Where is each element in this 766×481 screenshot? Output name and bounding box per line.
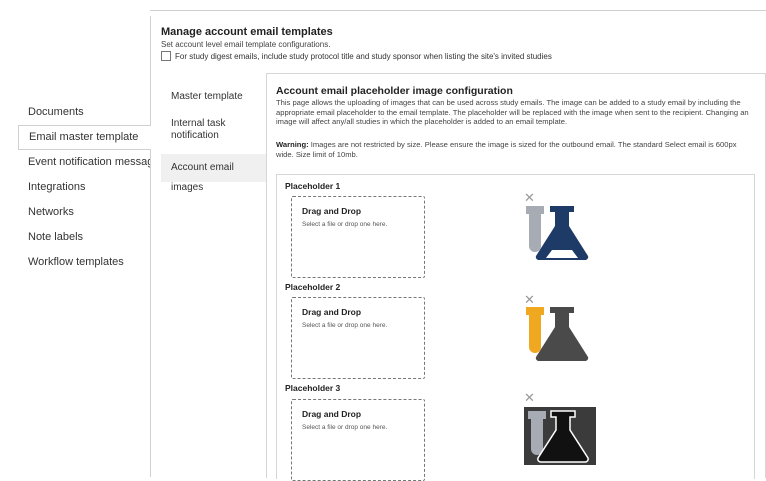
placeholder-label: Placeholder 3	[285, 383, 341, 393]
placeholder-image	[524, 407, 596, 465]
sidebar-item-integrations[interactable]: Integrations	[18, 175, 150, 200]
lab-flask-tube-image	[528, 410, 589, 463]
drop-zone[interactable]: Drag and Drop Select a file or drop one …	[291, 297, 425, 379]
placeholder-label: Placeholder 2	[285, 282, 341, 292]
sidebar-item-documents[interactable]: Documents	[18, 100, 150, 125]
subnav-item-internal-task-notification[interactable]: Internal task notification	[161, 114, 266, 150]
warning-label: Warning:	[276, 140, 309, 149]
placeholder-label: Placeholder 1	[285, 181, 341, 191]
page-header: Manage account email templates Set accou…	[161, 26, 552, 61]
config-title: Account email placeholder image configur…	[276, 85, 513, 97]
main-panel: Manage account email templates Set accou…	[150, 16, 766, 481]
placeholder-image	[524, 204, 596, 262]
close-icon[interactable]: ✕	[524, 191, 535, 204]
sidebar-item-note-labels[interactable]: Note labels	[18, 225, 150, 250]
subnav-item-account-email-images[interactable]: Account email images	[161, 154, 266, 193]
warning-text: Images are not restricted by size. Pleas…	[276, 140, 737, 159]
drop-zone-title: Drag and Drop	[302, 307, 362, 317]
digest-option-label: For study digest emails, include study p…	[175, 51, 552, 61]
lab-flask-tube-image	[526, 307, 589, 362]
sidebar-item-email-master-template[interactable]: Email master template	[18, 125, 151, 150]
drop-zone[interactable]: Drag and Drop Select a file or drop one …	[291, 399, 425, 481]
drop-zone-title: Drag and Drop	[302, 409, 362, 419]
placeholder-image	[524, 305, 596, 363]
settings-sidebar: Documents Email master template Event no…	[18, 100, 165, 275]
config-description: This page allows the uploading of images…	[276, 98, 749, 126]
page-subtitle: Set account level email template configu…	[161, 40, 331, 49]
drop-zone-hint: Select a file or drop one here.	[302, 322, 388, 329]
close-icon[interactable]: ✕	[524, 293, 535, 306]
subnav-item-master-template[interactable]: Master template	[161, 86, 266, 110]
drop-zone[interactable]: Drag and Drop Select a file or drop one …	[291, 196, 425, 278]
top-divider	[150, 10, 766, 11]
close-icon[interactable]: ✕	[524, 391, 535, 404]
lab-flask-tube-image	[526, 206, 589, 261]
page-title: Manage account email templates	[161, 26, 333, 38]
placeholder-list: Placeholder 1 Drag and Drop Select a fil…	[276, 174, 755, 481]
image-config-panel: Account email placeholder image configur…	[266, 73, 766, 481]
digest-option-checkbox[interactable]	[161, 51, 171, 61]
drop-zone-hint: Select a file or drop one here.	[302, 221, 388, 228]
sidebar-item-event-notification-messages[interactable]: Event notification messages	[18, 150, 165, 175]
digest-option-row[interactable]: For study digest emails, include study p…	[161, 51, 552, 61]
template-subnav: Master template Internal task notificati…	[161, 86, 266, 193]
sidebar-item-networks[interactable]: Networks	[18, 200, 150, 225]
drop-zone-title: Drag and Drop	[302, 206, 362, 216]
size-warning: Warning: Images are not restricted by si…	[276, 140, 754, 159]
sidebar-item-workflow-templates[interactable]: Workflow templates	[18, 250, 150, 275]
drop-zone-hint: Select a file or drop one here.	[302, 424, 388, 431]
